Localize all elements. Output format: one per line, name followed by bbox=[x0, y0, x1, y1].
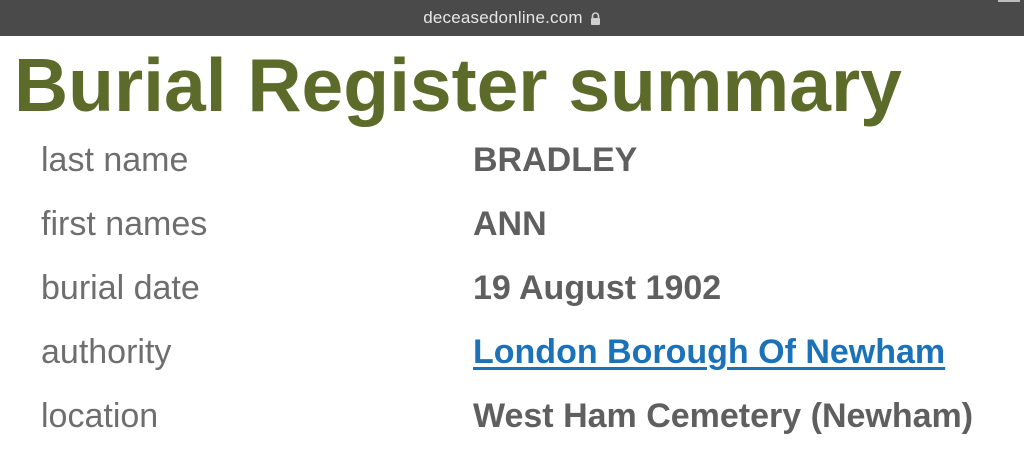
burial-summary-table: last name BRADLEY first names ANN burial… bbox=[0, 131, 1024, 451]
url-text[interactable]: deceasedonline.com bbox=[423, 8, 583, 28]
browser-address-bar[interactable]: deceasedonline.com bbox=[0, 0, 1024, 36]
row-burial-date: burial date 19 August 1902 bbox=[0, 259, 1024, 323]
burial-date-label: burial date bbox=[41, 269, 200, 307]
authority-link[interactable]: London Borough Of Newham bbox=[473, 333, 945, 372]
lock-icon bbox=[590, 11, 600, 25]
last-name-label: last name bbox=[41, 141, 189, 179]
burial-date-value: 19 August 1902 bbox=[473, 269, 722, 307]
location-label: location bbox=[41, 397, 159, 435]
authority-label: authority bbox=[41, 333, 172, 371]
toolbar-edge-mark bbox=[998, 0, 1020, 2]
last-name-value: BRADLEY bbox=[473, 141, 638, 179]
row-location: location West Ham Cemetery (Newham) bbox=[0, 387, 1024, 451]
first-names-label: first names bbox=[41, 205, 208, 243]
row-first-names: first names ANN bbox=[0, 195, 1024, 259]
page-title: Burial Register summary bbox=[14, 43, 902, 127]
first-names-value: ANN bbox=[473, 205, 547, 243]
row-authority: authority London Borough Of Newham bbox=[0, 323, 1024, 387]
row-last-name: last name BRADLEY bbox=[0, 131, 1024, 195]
location-value: West Ham Cemetery (Newham) bbox=[473, 397, 974, 435]
